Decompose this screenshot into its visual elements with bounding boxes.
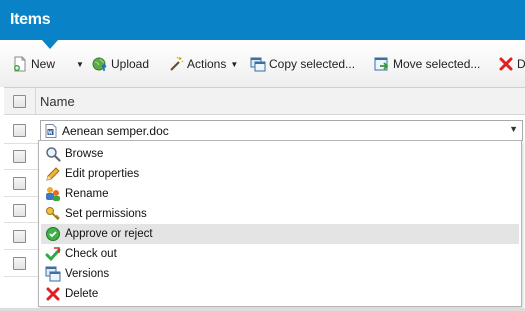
name-column-header[interactable]: Name	[40, 94, 75, 109]
menu-item-label: Edit properties	[65, 168, 140, 180]
items-header: Items	[0, 0, 525, 49]
word-document-icon	[45, 123, 57, 138]
toolbar: New ▼ Upload Actions ▼ Copy selected... …	[0, 40, 525, 88]
menu-item-browse[interactable]: Browse	[41, 144, 519, 164]
delete-x-icon	[498, 56, 514, 72]
new-dropdown-button[interactable]: ▼	[72, 54, 84, 74]
key-icon	[45, 206, 61, 222]
row-checkbox[interactable]	[13, 124, 26, 137]
new-button[interactable]: New	[12, 54, 55, 74]
menu-item-label: Approve or reject	[65, 228, 153, 240]
row-divider	[4, 276, 38, 277]
move-selected-label: Move selected...	[393, 57, 481, 71]
row-checkbox[interactable]	[13, 257, 26, 270]
menu-item-rename[interactable]: Rename	[41, 184, 519, 204]
delete-x-icon	[45, 286, 61, 302]
chevron-down-icon[interactable]: ▼	[509, 124, 518, 134]
select-all-checkbox[interactable]	[13, 95, 26, 108]
row-divider	[4, 222, 38, 223]
menu-item-label: Rename	[65, 188, 109, 200]
grid-header: Name	[4, 88, 525, 115]
rename-icon	[45, 186, 61, 202]
menu-item-versions[interactable]: Versions	[41, 264, 519, 284]
menu-item-delete[interactable]: Delete	[41, 284, 519, 304]
page-title: Items	[10, 11, 51, 28]
menu-item-edit-properties[interactable]: Edit properties	[41, 164, 519, 184]
new-document-icon	[12, 56, 28, 72]
magic-wand-icon	[168, 56, 184, 72]
row-divider	[4, 143, 38, 144]
caret-down-icon: ▼	[76, 59, 84, 69]
actions-label: Actions	[187, 57, 227, 71]
row-checkbox[interactable]	[13, 230, 26, 243]
menu-item-label: Browse	[65, 148, 104, 160]
move-selected-button[interactable]: Move selected...	[374, 54, 480, 74]
menu-item-label: Versions	[65, 268, 110, 280]
checkout-icon	[45, 246, 61, 262]
header-pointer	[42, 40, 58, 49]
selected-file-name: Aenean semper.doc	[62, 123, 169, 138]
move-icon	[374, 56, 390, 72]
row-divider	[4, 249, 38, 250]
menu-item-set-permissions[interactable]: Set permissions	[41, 204, 519, 224]
delete-label: De	[517, 57, 525, 71]
upload-button[interactable]: Upload	[92, 54, 149, 74]
copy-icon	[250, 56, 266, 72]
row-divider	[4, 196, 38, 197]
menu-item-label: Check out	[65, 248, 117, 260]
actions-button[interactable]: Actions ▼	[168, 54, 238, 74]
magnifier-icon	[45, 146, 61, 162]
actions-dropdown-menu: Browse Edit properties Rename Set permis…	[38, 140, 522, 307]
delete-button[interactable]: De	[498, 54, 525, 74]
row-checkbox[interactable]	[13, 177, 26, 190]
approve-icon	[45, 226, 61, 242]
pencil-icon	[45, 166, 61, 182]
column-divider	[35, 88, 36, 114]
menu-item-approve-or-reject[interactable]: Approve or reject	[41, 224, 519, 244]
versions-icon	[45, 266, 61, 282]
row-divider	[4, 169, 38, 170]
menu-item-label: Set permissions	[65, 208, 147, 220]
menu-item-check-out[interactable]: Check out	[41, 244, 519, 264]
item-actions-select[interactable]: Aenean semper.doc ▼	[40, 120, 523, 141]
copy-selected-label: Copy selected...	[269, 57, 356, 71]
copy-selected-button[interactable]: Copy selected...	[250, 54, 355, 74]
row-checkbox[interactable]	[13, 150, 26, 163]
new-label: New	[31, 57, 56, 71]
caret-down-icon: ▼	[230, 59, 239, 69]
upload-label: Upload	[111, 57, 150, 71]
menu-item-label: Delete	[65, 288, 99, 300]
row-checkbox[interactable]	[13, 204, 26, 217]
upload-globe-icon	[92, 56, 108, 72]
